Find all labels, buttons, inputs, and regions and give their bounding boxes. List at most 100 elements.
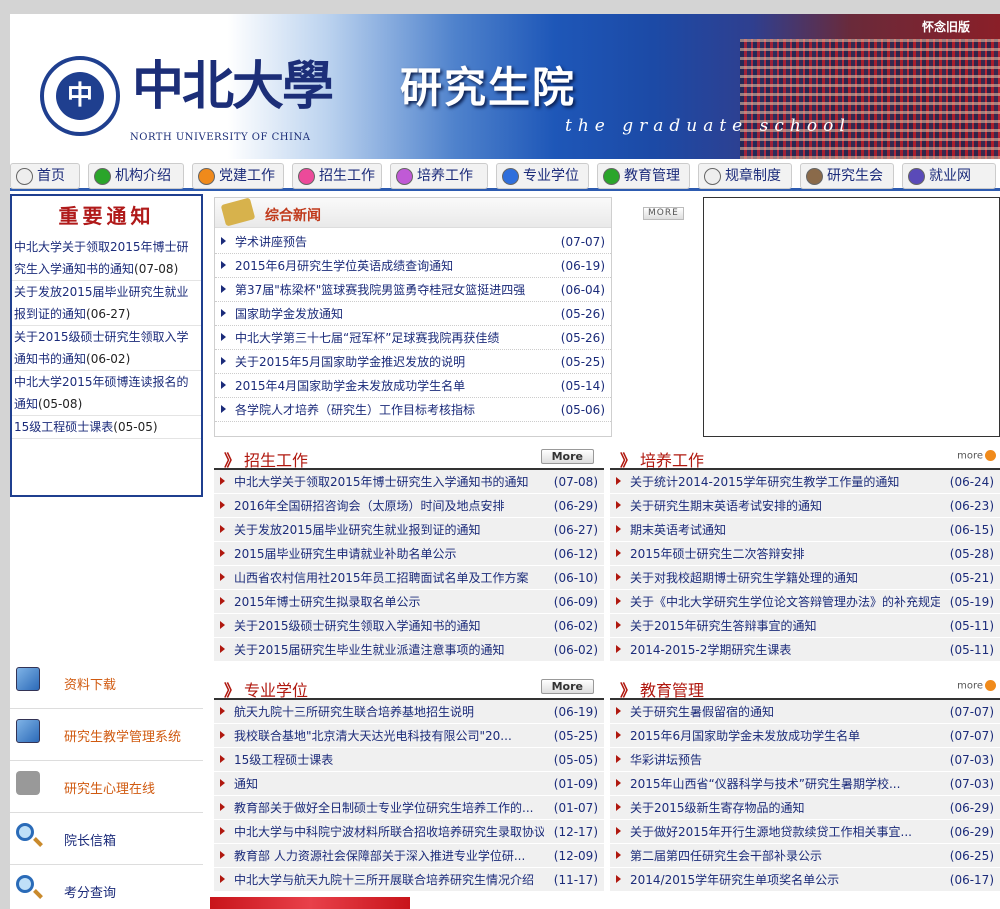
list-item[interactable]: 关于2015级新生寄存物品的通知 (06-29) <box>610 796 1000 820</box>
list-item[interactable]: 关于研究生暑假留宿的通知 (07-07) <box>610 700 1000 724</box>
bullet-arrow-icon <box>616 525 621 533</box>
nav-item[interactable]: 规章制度 <box>698 163 792 189</box>
psychology-link[interactable]: 研究生心理在线 <box>10 761 203 813</box>
list-item[interactable]: 2015年硕士研究生二次答辩安排 (05-28) <box>610 542 1000 566</box>
news-title: 综合新闻 <box>265 208 321 224</box>
section-title: 培养工作 <box>640 451 705 470</box>
more-button[interactable]: More <box>540 449 594 464</box>
notice-item[interactable]: 中北大学2015年硕博连读报名的通知(05-08) <box>12 371 201 416</box>
list-item[interactable]: 关于统计2014-2015学年研究生教学工作量的通知 (06-24) <box>610 470 1000 494</box>
news-more-button[interactable]: MORE <box>643 207 684 220</box>
list-item[interactable]: 山西省农村信用社2015年员工招聘面试名单及工作方案 (06-10) <box>214 566 604 590</box>
bullet-arrow-icon <box>220 549 225 557</box>
list-item[interactable]: 2015年山西省“仪器科学与技术”研究生暑期学校... (07-03) <box>610 772 1000 796</box>
list-item[interactable]: 中北大学与中科院宁波材料所联合招收培养研究生录取协议 (12-17) <box>214 820 604 844</box>
list-item[interactable]: 关于研究生期末英语考试安排的通知 (06-23) <box>610 494 1000 518</box>
nav-label: 教育管理 <box>624 168 680 184</box>
bullet-arrow-icon <box>616 803 621 811</box>
nav-item[interactable]: 就业网 <box>902 163 996 189</box>
list-item[interactable]: 关于2015级硕士研究生领取入学通知书的通知 (06-02) <box>214 614 604 638</box>
notice-item[interactable]: 中北大学关于领取2015年博士研究生入学通知书的通知(07-08) <box>12 236 201 281</box>
bottom-banner <box>210 897 410 909</box>
bullet-arrow-icon <box>616 731 621 739</box>
list-item[interactable]: 15级工程硕士课表 (05-05) <box>214 748 604 772</box>
bullet-arrow-icon <box>220 707 225 715</box>
list-item[interactable]: 华彩讲坛预告 (07-03) <box>610 748 1000 772</box>
list-item[interactable]: 第37届"栋梁杯"篮球赛我院男篮勇夺桂冠女篮挺进四强 (06-04) <box>215 278 611 302</box>
bullet-arrow-icon <box>221 285 226 293</box>
nav-item[interactable]: 专业学位 <box>496 163 589 189</box>
list-item[interactable]: 期末英语考试通知 (06-15) <box>610 518 1000 542</box>
bullet-arrow-icon <box>220 645 225 653</box>
list-item[interactable]: 教育部关于做好全日制硕士专业学位研究生培养工作的... (01-07) <box>214 796 604 820</box>
list-item[interactable]: 2014-2015-2学期研究生课表 (05-11) <box>610 638 1000 662</box>
bullet-arrow-icon <box>220 875 225 883</box>
list-item[interactable]: 第二届第四任研究生会干部补录公示 (06-25) <box>610 844 1000 868</box>
list-item[interactable]: 2015年4月国家助学金未发放成功学生名单 (05-14) <box>215 374 611 398</box>
list-item[interactable]: 2016年全国研招咨询会（太原场）时间及地点安排 (06-29) <box>214 494 604 518</box>
site-subtitle: the graduate school <box>565 116 851 136</box>
list-item[interactable]: 关于做好2015年开行生源地贷款续贷工作相关事宜... (06-29) <box>610 820 1000 844</box>
bullet-arrow-icon <box>221 381 226 389</box>
bullet-arrow-icon <box>220 525 225 533</box>
nav-label: 培养工作 <box>417 168 473 184</box>
list-item[interactable]: 我校联合基地"北京清大天达光电科技有限公司"20... (05-25) <box>214 724 604 748</box>
list-item[interactable]: 关于《中北大学研究生学位论文答辩管理办法》的补充规定 (05-19) <box>610 590 1000 614</box>
list-item[interactable]: 通知 (01-09) <box>214 772 604 796</box>
list-item[interactable]: 各学院人才培养（研究生）工作目标考核指标 (05-06) <box>215 398 611 422</box>
notice-item[interactable]: 关于发放2015届毕业研究生就业报到证的通知(06-27) <box>12 281 201 326</box>
old-version-link[interactable]: 怀念旧版 <box>922 18 970 35</box>
nav-item[interactable]: 招生工作 <box>292 163 382 189</box>
list-item[interactable]: 学术讲座预告 (07-07) <box>215 230 611 254</box>
bullet-arrow-icon <box>616 645 621 653</box>
magnifier-icon <box>16 823 34 841</box>
left-column: 重要通知 中北大学关于领取2015年博士研究生入学通知书的通知(07-08) 关于… <box>10 194 203 909</box>
list-item[interactable]: 航天九院十三所研究生联合培养基地招生说明 (06-19) <box>214 700 604 724</box>
list-item[interactable]: 关于发放2015届毕业研究生就业报到证的通知 (06-27) <box>214 518 604 542</box>
list-item[interactable]: 中北大学与航天九院十三所开展联合培养研究生情况介绍 (11-17) <box>214 868 604 892</box>
university-seal-logo: 中 <box>40 56 120 136</box>
list-item[interactable]: 2015年6月国家助学金未发放成功学生名单 (07-07) <box>610 724 1000 748</box>
list-item[interactable]: 2014/2015学年研究生单项奖名单公示 (06-17) <box>610 868 1000 892</box>
teaching-system-link[interactable]: 研究生教学管理系统 <box>10 709 203 761</box>
bullet-arrow-icon <box>221 237 226 245</box>
dean-mailbox-link[interactable]: 院长信箱 <box>10 813 203 865</box>
bullet-icon <box>806 168 823 185</box>
section-title: 教育管理 <box>640 681 705 700</box>
nav-item[interactable]: 首页 <box>10 163 80 189</box>
nav-item[interactable]: 机构介绍 <box>88 163 184 189</box>
list-item[interactable]: 教育部 人力资源社会保障部关于深入推进专业学位研... (12-09) <box>214 844 604 868</box>
bullet-icon <box>198 168 215 185</box>
bullet-arrow-icon <box>220 851 225 859</box>
download-link[interactable]: 资料下载 <box>10 657 203 709</box>
list-item[interactable]: 2015年6月研究生学位英语成绩查询通知 (06-19) <box>215 254 611 278</box>
list-item[interactable]: 关于2015届研究生毕业生就业派遣注意事项的通知 (06-02) <box>214 638 604 662</box>
nav-item[interactable]: 培养工作 <box>390 163 488 189</box>
admission-section: 》招生工作 More 中北大学关于领取2015年博士研究生入学通知书的通知 (07… <box>214 444 604 669</box>
notice-item[interactable]: 关于2015级硕士研究生领取入学通知书的通知(06-02) <box>12 326 201 371</box>
list-item[interactable]: 国家助学金发放通知 (05-26) <box>215 302 611 326</box>
list-item[interactable]: 2015届毕业研究生申请就业补助名单公示 (06-12) <box>214 542 604 566</box>
bullet-arrow-icon <box>221 405 226 413</box>
list-item[interactable]: 2015年博士研究生拟录取名单公示 (06-09) <box>214 590 604 614</box>
list-item[interactable]: 关于2015年5月国家助学金推迟发放的说明 (05-25) <box>215 350 611 374</box>
nav-item[interactable]: 党建工作 <box>192 163 284 189</box>
nav-label: 党建工作 <box>219 168 275 184</box>
bullet-arrow-icon <box>220 597 225 605</box>
nav-item[interactable]: 教育管理 <box>597 163 690 189</box>
more-link[interactable]: more <box>957 450 996 462</box>
list-item[interactable]: 中北大学第三十七届“冠军杯”足球赛我院再获佳绩 (05-26) <box>215 326 611 350</box>
list-item[interactable]: 关于2015年研究生答辩事宜的通知 (05-11) <box>610 614 1000 638</box>
list-item[interactable]: 关于对我校超期博士研究生学籍处理的通知 (05-21) <box>610 566 1000 590</box>
score-query-link[interactable]: 考分查询 <box>10 865 203 909</box>
more-button[interactable]: More <box>540 679 594 694</box>
more-link[interactable]: more <box>957 680 996 692</box>
list-item[interactable]: 中北大学关于领取2015年博士研究生入学通知书的通知 (07-08) <box>214 470 604 494</box>
bullet-arrow-icon <box>616 501 621 509</box>
nav-item[interactable]: 研究生会 <box>800 163 894 189</box>
nav-label: 首页 <box>37 168 65 184</box>
bullet-arrow-icon <box>220 501 225 509</box>
bullet-arrow-icon <box>220 731 225 739</box>
notice-item[interactable]: 15级工程硕士课表(05-05) <box>12 416 201 439</box>
logo-english: NORTH UNIVERSITY OF CHINA <box>130 132 311 143</box>
